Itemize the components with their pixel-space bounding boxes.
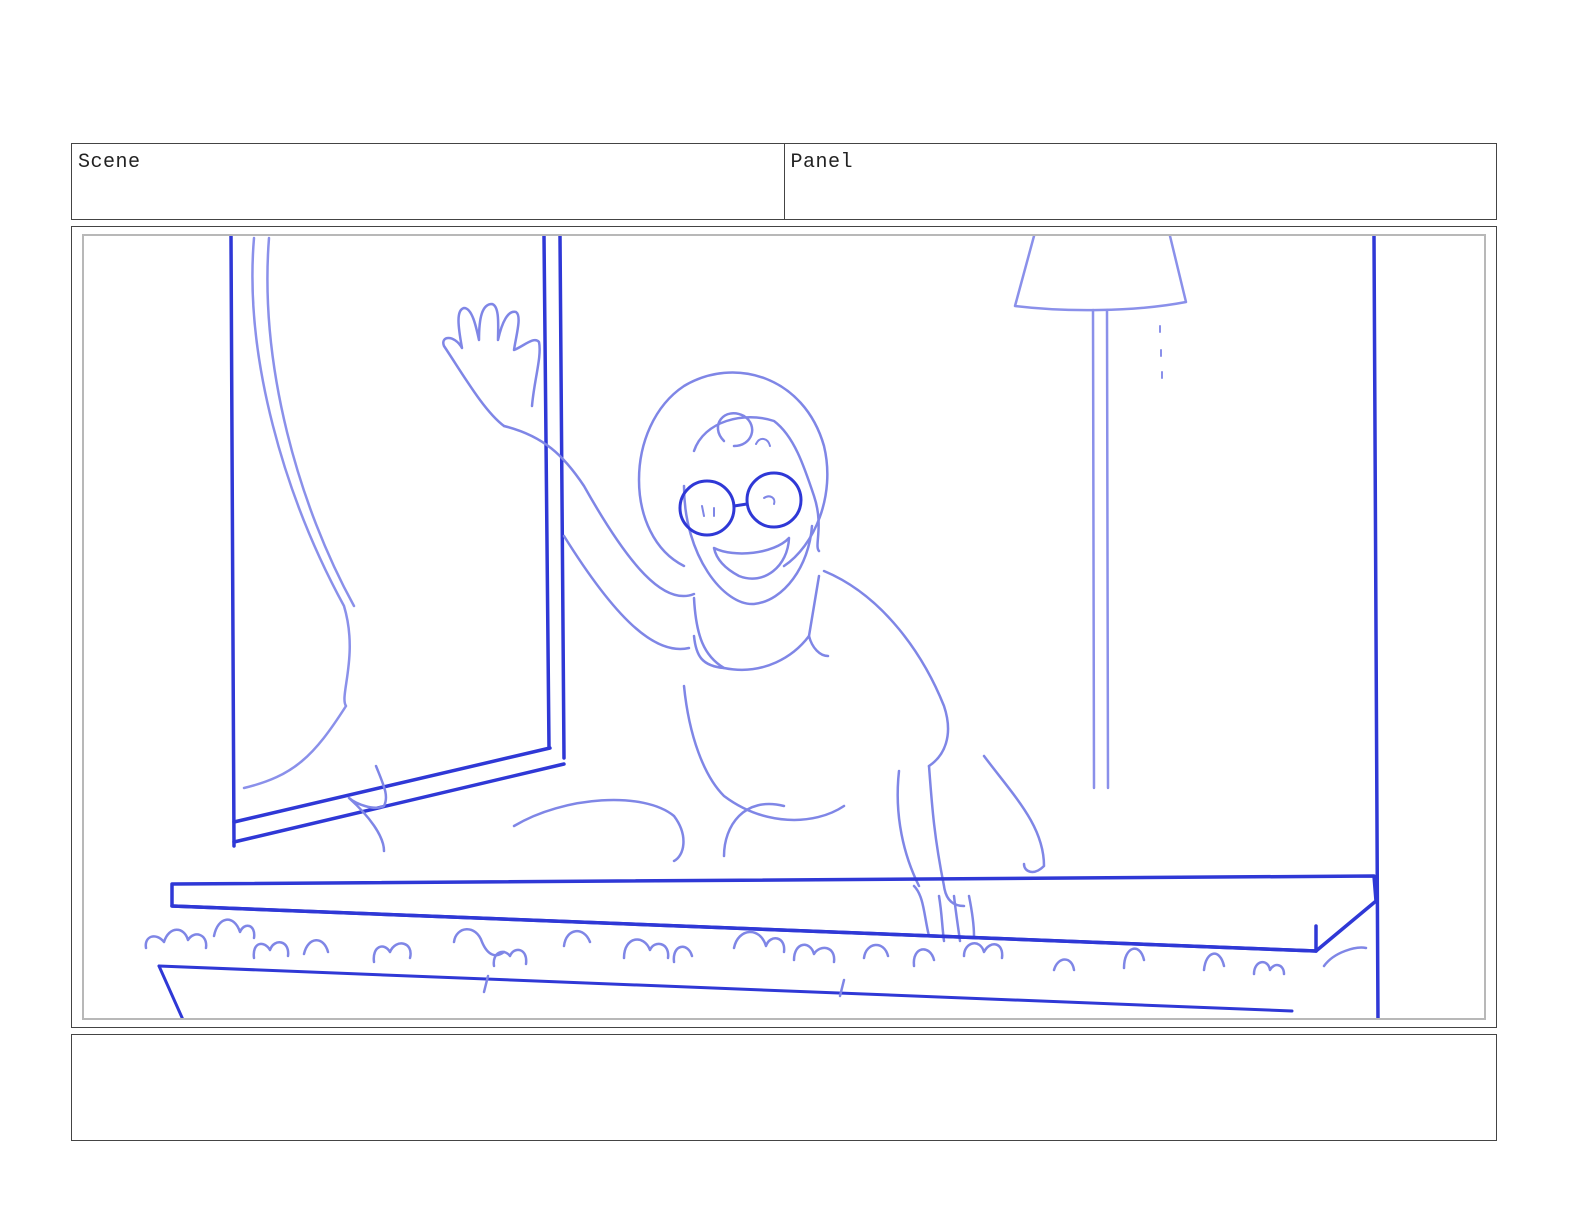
flowers-drawing: [144, 918, 1368, 998]
window-sill-drawing: [170, 874, 1378, 953]
panel-label: Panel: [790, 151, 854, 174]
scene-label: Scene: [78, 151, 141, 174]
sketch-illustration: [144, 236, 1380, 1018]
storyboard-header: Scene Panel: [71, 143, 1497, 220]
planter-drawing: [157, 964, 1294, 1018]
character-drawing: [347, 302, 1046, 943]
notes-box[interactable]: [71, 1034, 1497, 1141]
window-frame-drawing: [229, 236, 1380, 1018]
sketch-area: [82, 234, 1486, 1020]
lamp-drawing: [1013, 236, 1188, 790]
panel-field[interactable]: Panel: [783, 144, 1497, 219]
curtain-drawing: [242, 236, 356, 790]
storyboard-frame: [71, 226, 1497, 1028]
scene-field[interactable]: Scene: [72, 144, 784, 219]
